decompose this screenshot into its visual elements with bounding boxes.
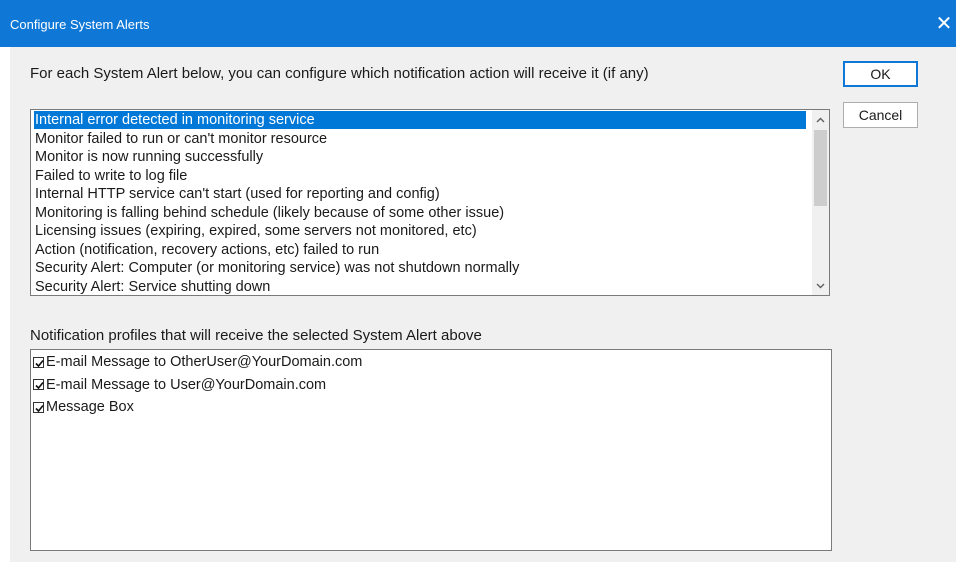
title-bar: Configure System Alerts ✕ bbox=[0, 0, 956, 47]
alert-list-item[interactable]: Security Alert: Computer (or monitoring … bbox=[34, 259, 519, 277]
dialog-body: For each System Alert below, you can con… bbox=[10, 47, 956, 562]
profile-list-item[interactable]: Message Box bbox=[33, 396, 134, 418]
alert-list-item[interactable]: Security Alert: Service shutting down bbox=[34, 278, 270, 296]
ok-button[interactable]: OK bbox=[843, 61, 918, 87]
profile-label: E-mail Message to OtherUser@YourDomain.c… bbox=[46, 354, 363, 370]
window-title: Configure System Alerts bbox=[10, 17, 150, 32]
profile-list-item[interactable]: E-mail Message to User@YourDomain.com bbox=[33, 374, 326, 396]
profiles-label: Notification profiles that will receive … bbox=[30, 327, 482, 344]
alert-list-item[interactable]: Internal error detected in monitoring se… bbox=[34, 111, 806, 129]
profile-checkbox[interactable] bbox=[33, 401, 44, 413]
profile-checkbox[interactable] bbox=[33, 356, 44, 368]
alert-list-item[interactable]: Monitor is now running successfully bbox=[34, 148, 263, 166]
cancel-button[interactable]: Cancel bbox=[843, 102, 918, 128]
alert-list-item[interactable]: Licensing issues (expiring, expired, som… bbox=[34, 222, 477, 240]
profile-list-item[interactable]: E-mail Message to OtherUser@YourDomain.c… bbox=[33, 351, 362, 373]
alert-list-item[interactable]: Action (notification, recovery actions, … bbox=[34, 241, 379, 259]
alert-list-item[interactable]: Internal HTTP service can't start (used … bbox=[34, 185, 440, 203]
alert-list-item[interactable]: Monitoring is falling behind schedule (l… bbox=[34, 204, 504, 222]
close-icon: ✕ bbox=[935, 13, 953, 35]
chevron-down-icon[interactable] bbox=[812, 277, 829, 294]
alert-list-item[interactable]: Failed to write to log file bbox=[34, 167, 187, 185]
profile-label: Message Box bbox=[46, 399, 134, 415]
profile-checkbox[interactable] bbox=[33, 379, 44, 390]
instructions-text: For each System Alert below, you can con… bbox=[30, 65, 649, 82]
alerts-scrollbar[interactable] bbox=[812, 110, 829, 295]
profile-label: E-mail Message to User@YourDomain.com bbox=[46, 376, 327, 393]
system-alerts-listbox[interactable]: Internal error detected in monitoring se… bbox=[30, 109, 830, 296]
notification-profiles-listbox[interactable]: E-mail Message to OtherUser@YourDomain.c… bbox=[30, 349, 832, 551]
scroll-thumb[interactable] bbox=[814, 130, 827, 206]
alert-list-item[interactable]: Monitor failed to run or can't monitor r… bbox=[34, 130, 327, 148]
close-button[interactable]: ✕ bbox=[932, 10, 956, 38]
chevron-up-icon[interactable] bbox=[812, 112, 829, 129]
